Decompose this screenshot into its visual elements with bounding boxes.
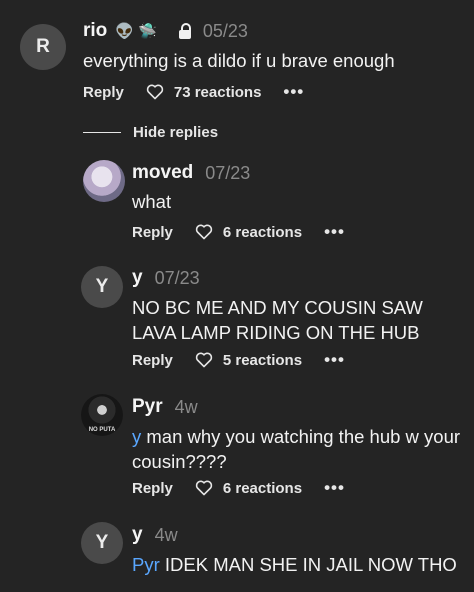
hide-replies-label: Hide replies bbox=[133, 124, 219, 141]
comment-body: IDEK MAN SHE IN JAIL NOW THO bbox=[159, 554, 457, 575]
reactions-count[interactable]: 6 reactions bbox=[223, 480, 302, 497]
heart-icon[interactable] bbox=[195, 224, 213, 240]
more-options-icon[interactable]: ••• bbox=[324, 222, 345, 242]
timestamp: 4w bbox=[154, 524, 178, 545]
mention-link[interactable]: Pyr bbox=[132, 554, 160, 575]
comment-header: Pyr 4w bbox=[132, 396, 198, 418]
heart-icon[interactable] bbox=[195, 480, 213, 496]
comment-text: everything is a dildo if u brave enough bbox=[83, 50, 395, 71]
avatar[interactable]: R bbox=[20, 24, 66, 70]
heart-icon[interactable] bbox=[146, 84, 164, 100]
comment-text: y man why you watching the hub w your co… bbox=[132, 424, 462, 474]
reply-button[interactable]: Reply bbox=[132, 480, 173, 497]
more-options-icon[interactable]: ••• bbox=[283, 82, 304, 102]
avatar-caption: NO PUTA bbox=[88, 427, 116, 433]
reply-button[interactable]: Reply bbox=[83, 84, 124, 101]
hide-replies-button[interactable]: Hide replies bbox=[83, 124, 218, 141]
avatar[interactable]: NO PUTA bbox=[81, 394, 123, 436]
avatar-initial: Y bbox=[95, 532, 109, 553]
mention-link[interactable]: y bbox=[132, 426, 141, 447]
divider-line bbox=[83, 132, 121, 133]
username[interactable]: rio bbox=[83, 20, 107, 42]
avatar[interactable]: Y bbox=[81, 266, 123, 308]
reply-button[interactable]: Reply bbox=[132, 224, 173, 241]
comment-header: rio 👽 🛸 05/23 bbox=[83, 20, 248, 42]
username[interactable]: Pyr bbox=[132, 396, 163, 418]
comment-actions: Reply 5 reactions ••• bbox=[132, 350, 345, 370]
comment-body: man why you watching the hub w your cous… bbox=[132, 426, 461, 472]
reactions-count[interactable]: 6 reactions bbox=[223, 224, 302, 241]
avatar-initial: R bbox=[36, 36, 50, 57]
reactions-count[interactable]: 5 reactions bbox=[223, 352, 302, 369]
more-options-icon[interactable]: ••• bbox=[324, 350, 345, 370]
comment-actions: Reply 6 reactions ••• bbox=[132, 222, 345, 242]
comment-actions: Reply 73 reactions ••• bbox=[83, 82, 304, 102]
timestamp: 07/23 bbox=[154, 267, 200, 288]
more-options-icon[interactable]: ••• bbox=[324, 478, 345, 498]
avatar[interactable] bbox=[83, 160, 125, 202]
comment-text: NO BC ME AND MY COUSIN SAW LAVA LAMP RID… bbox=[132, 297, 423, 343]
username-emojis: 👽 🛸 bbox=[115, 23, 157, 40]
avatar-initial: Y bbox=[95, 276, 109, 297]
username[interactable]: y bbox=[132, 267, 143, 289]
timestamp: 05/23 bbox=[202, 20, 248, 41]
comment-header: y 4w bbox=[132, 524, 178, 546]
avatar[interactable]: Y bbox=[81, 522, 123, 564]
reactions-count[interactable]: 73 reactions bbox=[174, 84, 262, 101]
comment-header: moved 07/23 bbox=[132, 162, 250, 184]
timestamp: 4w bbox=[174, 396, 198, 417]
heart-icon[interactable] bbox=[195, 352, 213, 368]
username[interactable]: y bbox=[132, 524, 143, 546]
comment-header: y 07/23 bbox=[132, 267, 200, 289]
comment-text: what bbox=[132, 191, 172, 212]
comment-actions: Reply 6 reactions ••• bbox=[132, 478, 345, 498]
reply-button[interactable]: Reply bbox=[132, 352, 173, 369]
comment-text: Pyr IDEK MAN SHE IN JAIL NOW THO bbox=[132, 552, 462, 577]
lock-icon bbox=[178, 23, 191, 39]
timestamp: 07/23 bbox=[205, 162, 251, 183]
username[interactable]: moved bbox=[132, 162, 193, 184]
